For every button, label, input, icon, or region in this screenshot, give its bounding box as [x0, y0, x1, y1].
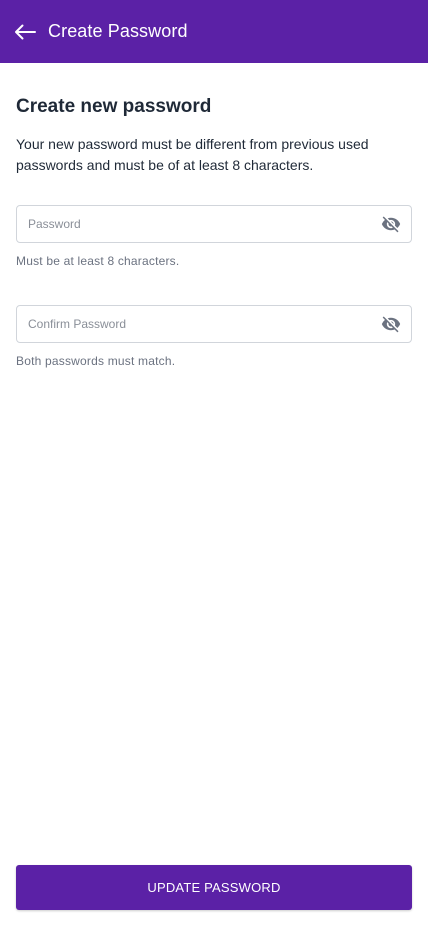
main-content: Create new password Your new password mu…: [16, 96, 412, 368]
confirm-password-helper-text: Both passwords must match.: [16, 354, 176, 368]
password-field[interactable]: [16, 205, 412, 243]
app-bar-title: Create Password: [48, 21, 188, 41]
update-password-button[interactable]: UPDATE PASSWORD: [16, 865, 412, 910]
eye-off-icon: [381, 216, 401, 233]
create-password-screen: Create Password Create new password Your…: [0, 0, 428, 926]
confirm-password-input[interactable]: [17, 306, 379, 342]
eye-off-icon: [381, 316, 401, 333]
page-heading: Create new password: [16, 96, 212, 117]
confirm-password-field[interactable]: [16, 305, 412, 343]
password-visibility-toggle[interactable]: [379, 212, 403, 236]
page-description: Your new password must be different from…: [16, 136, 369, 173]
back-button[interactable]: [12, 19, 38, 45]
password-helper-text: Must be at least 8 characters.: [16, 254, 180, 268]
app-bar: Create Password: [0, 0, 428, 63]
confirm-password-visibility-toggle[interactable]: [379, 312, 403, 336]
password-input[interactable]: [17, 206, 379, 242]
arrow-left-icon: [15, 24, 36, 39]
